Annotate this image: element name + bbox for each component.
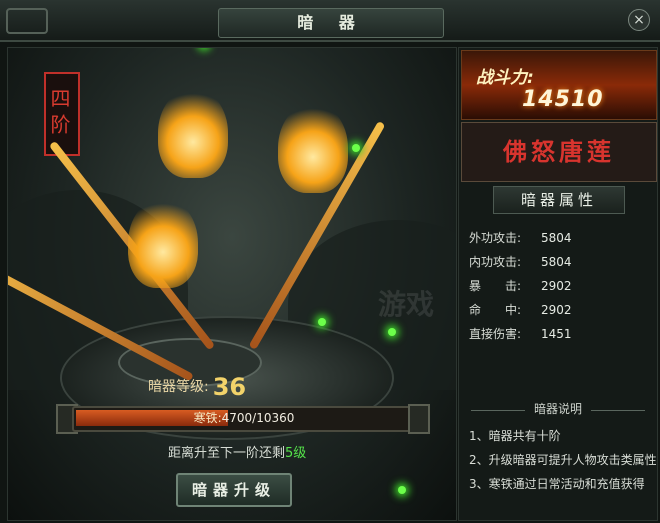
stat-value: 1451 <box>541 327 572 341</box>
stat-value: 2902 <box>541 303 572 317</box>
stat-label: 外功攻击: <box>469 231 522 245</box>
stat-label: 内功攻击: <box>469 255 522 269</box>
weapon-name: 佛怒唐莲 <box>461 122 657 182</box>
flame-effect <box>158 88 228 178</box>
power-label: 战斗力: <box>476 68 534 88</box>
window-title: 暗 器 <box>218 8 444 38</box>
material-progress-bar: 寒铁:4700/10360 <box>72 406 416 432</box>
stage-badge: 四阶 <box>44 72 80 156</box>
stats-list: 外功攻击: 5804 内功攻击: 5804 暴 击: 2902 命 中: 2902 直接… <box>469 226 649 346</box>
remain-value: 5级 <box>285 446 307 461</box>
upgrade-button[interactable]: 暗器升级 <box>176 473 292 507</box>
weapon-display-scene: 四阶 游戏 暗器等级: 36 寒铁:4700/10360 距离升至下一阶还剩5级… <box>7 47 457 521</box>
flame-effect <box>128 198 198 288</box>
stat-value: 5804 <box>541 255 572 269</box>
description-header: 暗器说明 <box>461 400 655 420</box>
material-label: 寒铁: <box>193 411 222 425</box>
material-progress-text: 寒铁:4700/10360 <box>74 408 414 430</box>
weapon-level: 暗器等级: 36 <box>148 373 246 401</box>
stat-row: 命 中: 2902 <box>469 298 649 322</box>
description-item: 1、暗器共有十阶 <box>469 429 561 443</box>
stat-label: 命 中: <box>469 303 522 317</box>
stat-value: 2902 <box>541 279 572 293</box>
attribute-header: 暗器属性 <box>493 186 625 214</box>
ornament-icon <box>6 8 48 34</box>
combat-power-banner: 战斗力: 14510 <box>461 50 657 120</box>
bar-end-cap <box>408 404 430 434</box>
attribute-panel: 战斗力: 14510 佛怒唐莲 暗器属性 外功攻击: 5804 内功攻击: 5804… <box>458 47 658 521</box>
flame-effect <box>278 103 348 193</box>
sparkle-effect <box>398 486 406 494</box>
sparkle-effect <box>352 144 360 152</box>
sparkle-effect <box>200 47 208 48</box>
material-value: 4700/10360 <box>221 411 295 425</box>
sparkle-effect <box>388 328 396 336</box>
stat-row: 外功攻击: 5804 <box>469 226 649 250</box>
level-label: 暗器等级: <box>148 379 209 395</box>
description-item: 3、寒铁通过日常活动和充值获得 <box>469 477 645 491</box>
title-bar[interactable]: 暗 器 × <box>0 0 660 42</box>
description-item: 2、升级暗器可提升人物攻击类属性 <box>469 453 657 467</box>
watermark-text: 游戏 <box>378 288 435 321</box>
remain-levels-text: 距离升至下一阶还剩5级 <box>168 442 306 461</box>
stat-row: 暴 击: 2902 <box>469 274 649 298</box>
stat-row: 内功攻击: 5804 <box>469 250 649 274</box>
weapon-window: 暗 器 × 四阶 游戏 暗器等级: 36 寒铁:4700/10360 距离升至下… <box>0 0 660 523</box>
level-value: 36 <box>212 373 247 401</box>
stat-label: 直接伤害: <box>469 327 522 341</box>
description-list: 1、暗器共有十阶 2、升级暗器可提升人物攻击类属性 3、寒铁通过日常活动和充值获… <box>469 424 657 496</box>
sparkle-effect <box>318 318 326 326</box>
remain-prefix: 距离升至下一阶还剩 <box>168 446 286 461</box>
stat-value: 5804 <box>541 231 572 245</box>
stat-row: 直接伤害: 1451 <box>469 322 649 346</box>
stat-label: 暴 击: <box>469 279 522 293</box>
power-value: 14510 <box>522 87 604 112</box>
close-button[interactable]: × <box>628 9 650 31</box>
